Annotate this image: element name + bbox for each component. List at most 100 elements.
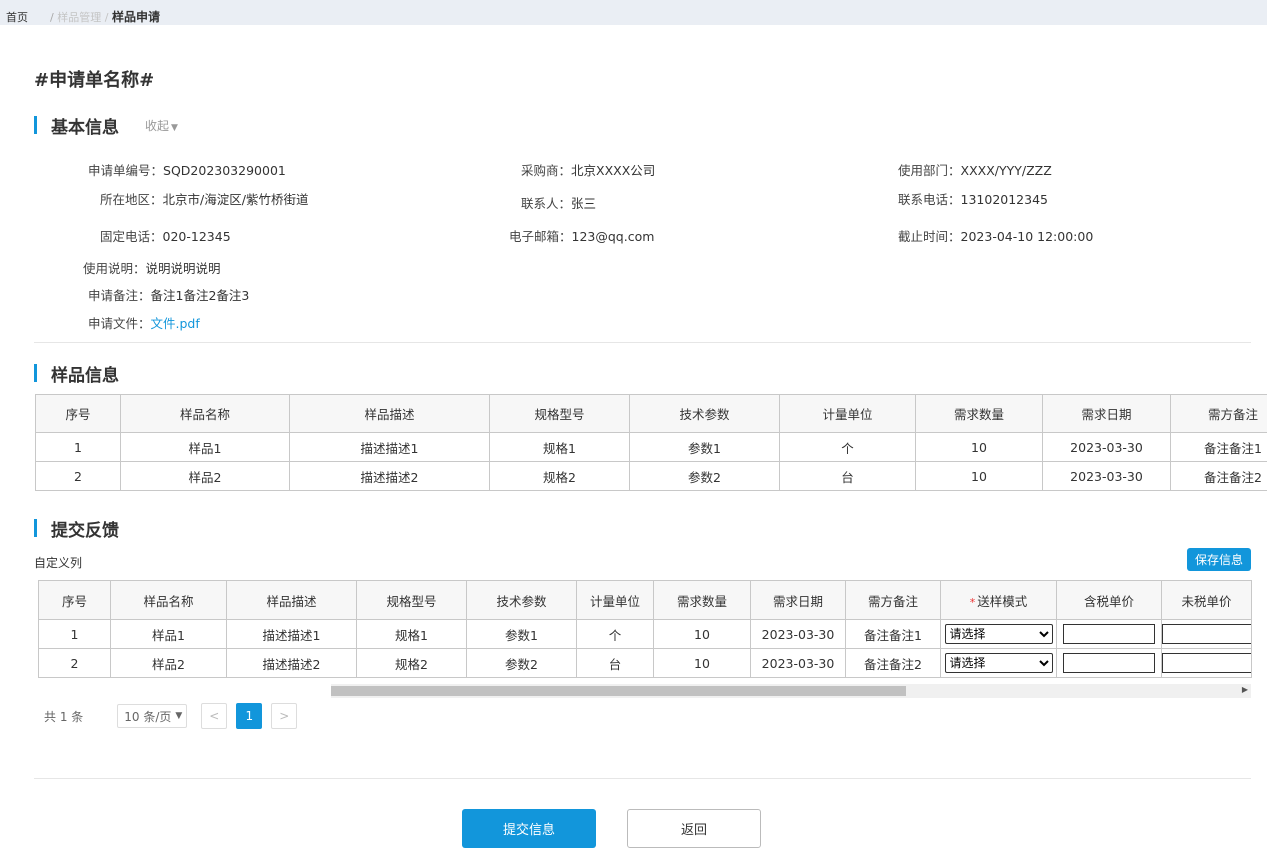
- scroll-right-icon[interactable]: ▶: [1242, 685, 1248, 694]
- table-row: 1 样品1 描述描述1 规格1 参数1 个 10 2023-03-30 备注备注…: [38, 619, 1252, 649]
- section-accent-bar: [34, 116, 37, 134]
- col-header: 需求数量: [915, 394, 1043, 433]
- field-label: 截止时间：: [898, 229, 961, 244]
- field-dept: 使用部门：XXXX/YYY/ZZZ: [898, 160, 1052, 179]
- table-cell: 10: [653, 619, 751, 649]
- breadcrumb-current: 样品申请: [111, 10, 160, 24]
- tax-price-input[interactable]: [1063, 653, 1155, 673]
- breadcrumb-separator: /: [104, 11, 109, 24]
- send-mode-select[interactable]: 请选择: [944, 624, 1053, 644]
- field-value: 说明说明说明: [145, 261, 221, 276]
- col-header: 序号: [35, 394, 121, 433]
- col-header: 样品名称: [110, 580, 227, 620]
- section-feedback: 提交反馈: [34, 518, 119, 541]
- table-cell: 台: [576, 648, 654, 678]
- col-header: 规格型号: [356, 580, 467, 620]
- section-title: 基本信息: [51, 117, 119, 138]
- table-cell: 个: [779, 432, 916, 462]
- table-header-row: 序号 样品名称 样品描述 规格型号 技术参数 计量单位 需求数量 需求日期 需方…: [35, 394, 1267, 433]
- tax-price-cell: [1056, 619, 1162, 649]
- table-cell: 2023-03-30: [750, 648, 846, 678]
- field-value: 北京市/海淀区/紫竹桥街道: [162, 192, 309, 207]
- col-header: 未税单价: [1161, 580, 1252, 620]
- col-header: 技术参数: [466, 580, 577, 620]
- required-mark: *: [969, 595, 976, 609]
- table-row: 2 样品2 描述描述2 规格2 参数2 台 10 2023-03-30 备注备注…: [35, 461, 1267, 491]
- section-accent-bar: [34, 364, 37, 382]
- col-header: 序号: [38, 580, 111, 620]
- field-label: 采购商：: [521, 163, 572, 178]
- send-mode-select[interactable]: 请选择: [944, 653, 1053, 673]
- breadcrumb-sample-management[interactable]: 样品管理: [57, 11, 101, 24]
- breadcrumb-separator: /: [50, 11, 54, 24]
- divider: [34, 778, 1251, 779]
- field-label: 固定电话：: [100, 229, 163, 244]
- col-header: 需方备注: [1170, 394, 1267, 433]
- field-region: 所在地区：北京市/海淀区/紫竹桥街道: [100, 189, 308, 208]
- table-cell: 10: [653, 648, 751, 678]
- scrollbar-thumb[interactable]: [331, 686, 906, 696]
- caret-down-icon: ▼: [171, 122, 178, 133]
- table-cell: 10: [915, 432, 1043, 462]
- field-apply-no: 申请单编号：SQD202303290001: [88, 160, 286, 179]
- col-header: 计量单位: [576, 580, 654, 620]
- section-basic-info: 基本信息 收起 ▼: [34, 115, 178, 138]
- prev-page-button[interactable]: <: [201, 703, 228, 729]
- field-label: 电子邮箱：: [509, 229, 572, 244]
- field-value: 北京XXXX公司: [571, 163, 656, 178]
- table-cell: 描述描述1: [289, 432, 490, 462]
- custom-columns-link[interactable]: 自定义列: [34, 554, 82, 571]
- table-header-row: 序号 样品名称 样品描述 规格型号 技术参数 计量单位 需求数量 需求日期 需方…: [38, 580, 1252, 620]
- section-accent-bar: [34, 519, 37, 537]
- field-value: SQD202303290001: [163, 163, 286, 178]
- page-button-1[interactable]: 1: [236, 703, 263, 729]
- caret-down-icon: ▼: [175, 711, 183, 721]
- field-label: 申请文件：: [88, 316, 151, 331]
- page-size-select[interactable]: 10 条/页 ▼: [117, 704, 188, 728]
- table-cell: 参数2: [466, 648, 577, 678]
- notax-price-input[interactable]: [1162, 624, 1251, 644]
- field-buyer: 采购商：北京XXXX公司: [521, 160, 655, 179]
- divider: [34, 342, 1251, 343]
- field-label: 使用部门：: [898, 163, 961, 178]
- table-cell: 参数2: [629, 461, 780, 491]
- col-header: 含税单价: [1056, 580, 1162, 620]
- field-value: 张三: [571, 196, 597, 211]
- col-header: 需方备注: [845, 580, 941, 620]
- notax-price-input[interactable]: [1162, 653, 1251, 673]
- back-button[interactable]: 返回: [627, 809, 761, 848]
- table-cell: 参数1: [629, 432, 780, 462]
- submit-button[interactable]: 提交信息: [462, 809, 596, 848]
- table-cell: 描述描述1: [226, 619, 357, 649]
- field-remark: 申请备注：备注1备注2备注3: [88, 285, 249, 304]
- horizontal-scrollbar[interactable]: ▶: [331, 684, 1251, 698]
- field-label: 联系电话：: [898, 192, 961, 207]
- field-deadline: 截止时间：2023-04-10 12:00:00: [898, 226, 1093, 245]
- table-cell: 描述描述2: [289, 461, 490, 491]
- save-info-button[interactable]: 保存信息: [1187, 548, 1251, 571]
- table-row: 2 样品2 描述描述2 规格2 参数2 台 10 2023-03-30 备注备注…: [38, 648, 1252, 678]
- field-phone: 联系电话：13102012345: [898, 189, 1048, 208]
- table-cell: 描述描述2: [226, 648, 357, 678]
- field-label: 申请备注：: [88, 288, 151, 303]
- send-mode-cell: 请选择: [940, 648, 1057, 678]
- table-cell: 10: [915, 461, 1043, 491]
- table-cell: 备注备注1: [1170, 432, 1267, 462]
- col-header: 规格型号: [489, 394, 630, 433]
- field-label: 联系人：: [521, 196, 572, 211]
- tax-price-input[interactable]: [1063, 624, 1155, 644]
- table-cell: 规格2: [489, 461, 630, 491]
- field-label: 使用说明：: [83, 261, 146, 276]
- table-cell: 备注备注1: [845, 619, 941, 649]
- pagination: 共 1 条 10 条/页 ▼ < 1 >: [44, 703, 306, 729]
- table-cell: 备注备注2: [845, 648, 941, 678]
- next-page-button[interactable]: >: [271, 703, 298, 729]
- tax-price-cell: [1056, 648, 1162, 678]
- file-link[interactable]: 文件.pdf: [151, 316, 200, 331]
- field-file: 申请文件：文件.pdf: [88, 313, 200, 332]
- breadcrumb-home[interactable]: 首页: [6, 11, 28, 24]
- field-label: 申请单编号：: [88, 163, 164, 178]
- sample-table: 序号 样品名称 样品描述 规格型号 技术参数 计量单位 需求数量 需求日期 需方…: [35, 394, 1267, 491]
- collapse-toggle[interactable]: 收起 ▼: [145, 117, 178, 134]
- table-cell: 2023-03-30: [1042, 432, 1171, 462]
